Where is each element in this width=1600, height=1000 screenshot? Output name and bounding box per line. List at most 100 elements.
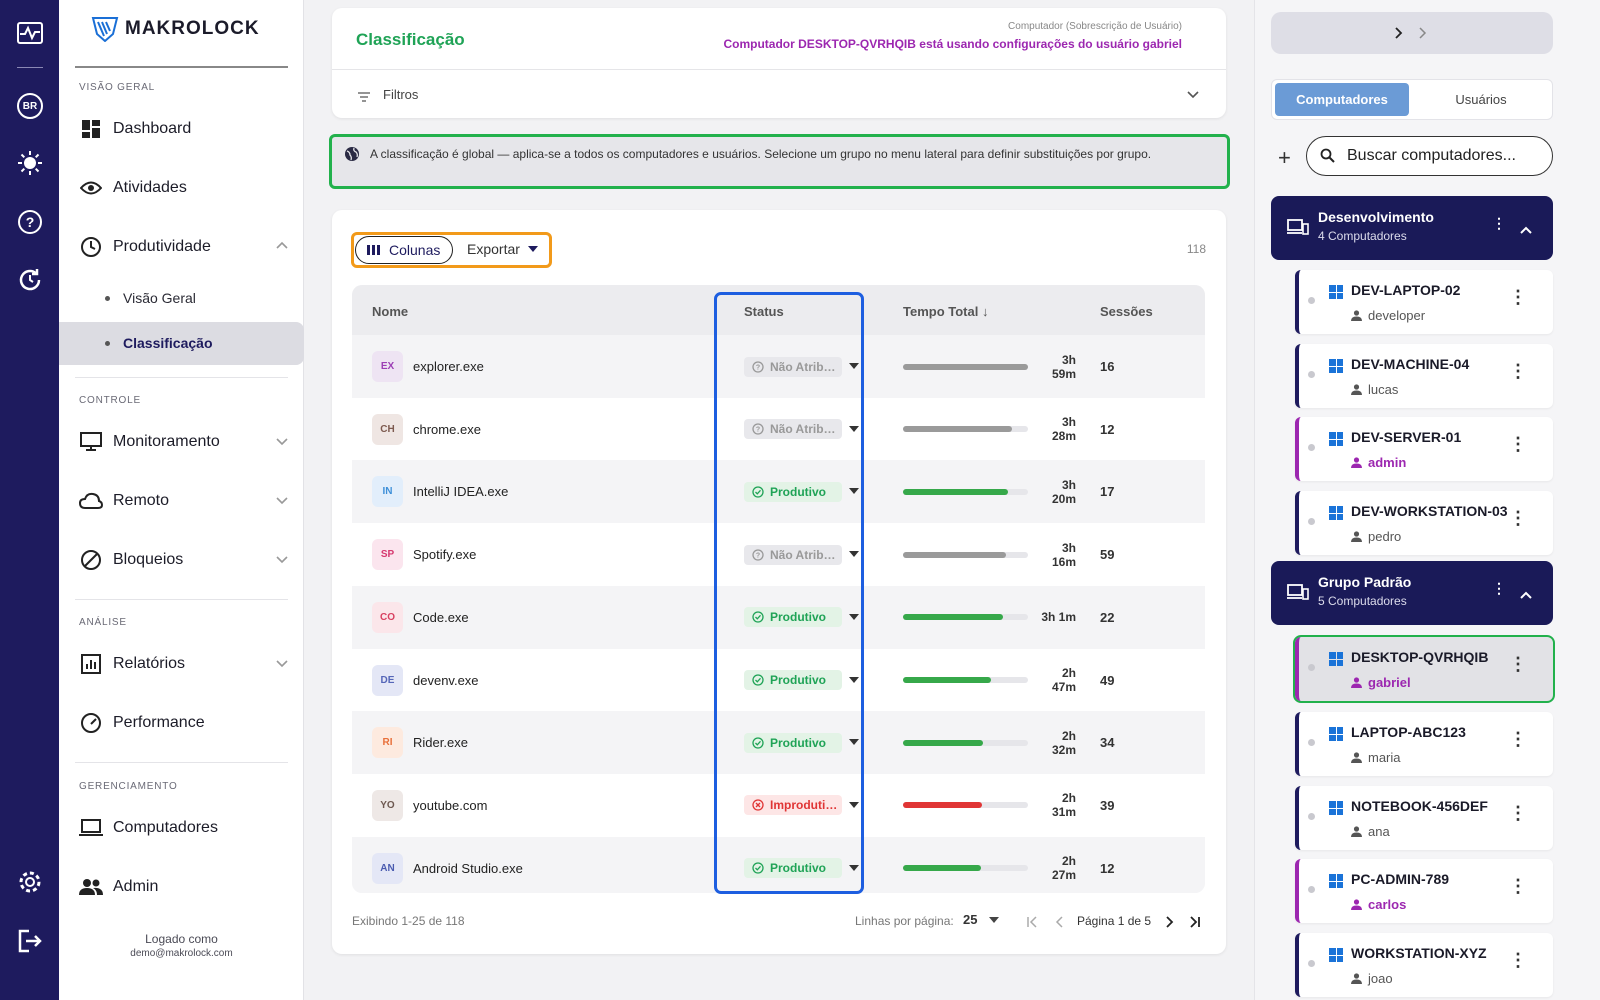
person-icon bbox=[1351, 899, 1362, 910]
tab-computadores[interactable]: Computadores bbox=[1275, 83, 1409, 116]
computer-item[interactable]: NOTEBOOK-456DEF ana ⋮ bbox=[1295, 786, 1553, 850]
time-bar-fill bbox=[903, 488, 1008, 495]
logged-as-label: Logado como bbox=[145, 932, 218, 946]
more-vert-icon[interactable]: ⋮ bbox=[1492, 216, 1506, 230]
nav-monitoramento[interactable]: Monitoramento bbox=[79, 430, 289, 454]
block-icon bbox=[79, 548, 103, 572]
computer-name: DEV-SERVER-01 bbox=[1351, 429, 1462, 445]
context-label: Computador (Sobrescrição de Usuário) bbox=[1008, 21, 1182, 32]
help-icon[interactable]: ? bbox=[15, 207, 45, 237]
more-vert-icon[interactable]: ⋮ bbox=[1509, 655, 1527, 673]
computer-user-name: maria bbox=[1368, 750, 1401, 765]
time-cell: 3h 1m bbox=[903, 610, 1076, 624]
nav-admin[interactable]: Admin bbox=[79, 875, 289, 899]
header-card: Classificação Computador (Sobrescrição d… bbox=[332, 8, 1226, 118]
filters-toggle[interactable]: Filtros bbox=[332, 70, 1226, 118]
sidebar-divider bbox=[75, 762, 288, 763]
sessions-value: 34 bbox=[1100, 735, 1115, 751]
tab-usuarios[interactable]: Usuários bbox=[1414, 83, 1548, 116]
computer-item[interactable]: PC-ADMIN-789 carlos ⋮ bbox=[1295, 859, 1553, 923]
computer-item[interactable]: DEV-MACHINE-04 lucas ⋮ bbox=[1295, 344, 1553, 408]
person-icon bbox=[1351, 973, 1362, 984]
nav-atividades[interactable]: Atividades bbox=[79, 176, 289, 200]
app-avatar: SP bbox=[372, 539, 403, 571]
group-header[interactable]: Grupo Padrão 5 Computadores ⋮ bbox=[1271, 561, 1553, 625]
rows-per-page-select[interactable]: 25 bbox=[963, 912, 1000, 927]
computer-item[interactable]: DEV-SERVER-01 admin ⋮ bbox=[1295, 417, 1553, 481]
app-name: chrome.exe bbox=[413, 421, 481, 437]
first-page-icon[interactable] bbox=[1026, 915, 1038, 933]
computer-item[interactable]: WORKSTATION-XYZ joao ⋮ bbox=[1295, 933, 1553, 997]
more-vert-icon[interactable]: ⋮ bbox=[1509, 804, 1527, 822]
windows-icon bbox=[1329, 948, 1343, 962]
chevron-up-icon bbox=[275, 239, 289, 258]
nav-bloqueios[interactable]: Bloqueios bbox=[79, 548, 289, 572]
report-icon bbox=[79, 652, 103, 676]
time-cell: 2h 32m bbox=[903, 729, 1076, 757]
nav-dashboard[interactable]: Dashboard bbox=[79, 117, 289, 141]
logout-icon[interactable] bbox=[15, 926, 45, 956]
more-vert-icon[interactable]: ⋮ bbox=[1509, 877, 1527, 895]
windows-icon bbox=[1329, 359, 1343, 373]
computer-item[interactable]: DESKTOP-QVRHQIB gabriel ⋮ bbox=[1293, 635, 1555, 703]
computer-user-name: developer bbox=[1368, 308, 1426, 323]
search-field[interactable] bbox=[1306, 136, 1553, 176]
sessions-value: 39 bbox=[1100, 797, 1115, 813]
nav-visao-geral[interactable]: Visão Geral bbox=[105, 290, 196, 306]
sessions-value: 59 bbox=[1100, 547, 1115, 563]
app-avatar: AN bbox=[372, 852, 403, 884]
export-button[interactable]: Exportar bbox=[467, 241, 538, 257]
refresh-icon[interactable] bbox=[15, 265, 45, 295]
nav-remoto[interactable]: Remoto bbox=[79, 489, 289, 513]
group-count: 4 Computadores bbox=[1318, 229, 1407, 243]
status-dot bbox=[1308, 664, 1315, 671]
main-content: Classificação Computador (Sobrescrição d… bbox=[305, 0, 1253, 1000]
computer-item[interactable]: DEV-WORKSTATION-03 pedro ⋮ bbox=[1295, 491, 1553, 555]
nav-classificacao[interactable]: Classificação bbox=[105, 335, 213, 351]
more-vert-icon[interactable]: ⋮ bbox=[1492, 581, 1506, 595]
more-vert-icon[interactable]: ⋮ bbox=[1509, 362, 1527, 380]
group-header[interactable]: Desenvolvimento 4 Computadores ⋮ bbox=[1271, 196, 1553, 260]
computer-item[interactable]: LAPTOP-ABC123 maria ⋮ bbox=[1295, 712, 1553, 776]
col-time-header[interactable]: Tempo Total ↓ bbox=[903, 304, 988, 319]
rail-divider bbox=[17, 67, 43, 68]
time-bar bbox=[903, 614, 1028, 621]
chevron-down-icon bbox=[1186, 87, 1200, 106]
theme-icon[interactable] bbox=[15, 148, 45, 178]
add-icon[interactable]: + bbox=[1278, 147, 1291, 169]
info-banner: A classificação é global — aplica-se a t… bbox=[329, 134, 1230, 189]
language-button[interactable]: BR bbox=[15, 91, 45, 121]
more-vert-icon[interactable]: ⋮ bbox=[1509, 730, 1527, 748]
more-vert-icon[interactable]: ⋮ bbox=[1509, 288, 1527, 306]
chevron-right-icon[interactable] bbox=[1393, 26, 1403, 44]
brand-name: MAKROLOCK bbox=[125, 18, 260, 39]
app-avatar: DE bbox=[372, 664, 403, 696]
nav-computadores[interactable]: Computadores bbox=[79, 816, 289, 840]
time-bar-fill bbox=[903, 739, 983, 746]
chevron-right-icon[interactable] bbox=[1417, 26, 1427, 44]
settings-icon[interactable] bbox=[15, 867, 45, 897]
more-vert-icon[interactable]: ⋮ bbox=[1509, 435, 1527, 453]
nav-relatorios[interactable]: Relatórios bbox=[79, 652, 289, 676]
chevron-up-icon[interactable] bbox=[1520, 587, 1532, 605]
next-page-icon[interactable] bbox=[1163, 915, 1175, 933]
nav-performance[interactable]: Performance bbox=[79, 711, 289, 735]
col-sessions-header[interactable]: Sessões bbox=[1100, 304, 1153, 319]
search-input[interactable] bbox=[1347, 145, 1542, 167]
more-vert-icon[interactable]: ⋮ bbox=[1509, 951, 1527, 969]
cloud-icon bbox=[79, 489, 103, 513]
chevron-up-icon[interactable] bbox=[1520, 222, 1532, 240]
col-name-header[interactable]: Nome bbox=[372, 304, 408, 319]
status-column-highlight bbox=[714, 292, 864, 894]
last-page-icon[interactable] bbox=[1189, 915, 1201, 933]
more-vert-icon[interactable]: ⋮ bbox=[1509, 509, 1527, 527]
nav-monitoramento-label: Monitoramento bbox=[113, 433, 220, 450]
activity-icon[interactable] bbox=[15, 18, 45, 48]
logo-divider bbox=[75, 66, 288, 68]
time-bar bbox=[903, 802, 1028, 809]
computer-item[interactable]: DEV-LAPTOP-02 developer ⋮ bbox=[1295, 270, 1553, 334]
nav-produtividade[interactable]: Produtividade bbox=[79, 235, 289, 259]
columns-button[interactable]: Colunas bbox=[355, 236, 453, 264]
app-name: IntelliJ IDEA.exe bbox=[413, 484, 509, 500]
prev-page-icon[interactable] bbox=[1054, 915, 1066, 933]
